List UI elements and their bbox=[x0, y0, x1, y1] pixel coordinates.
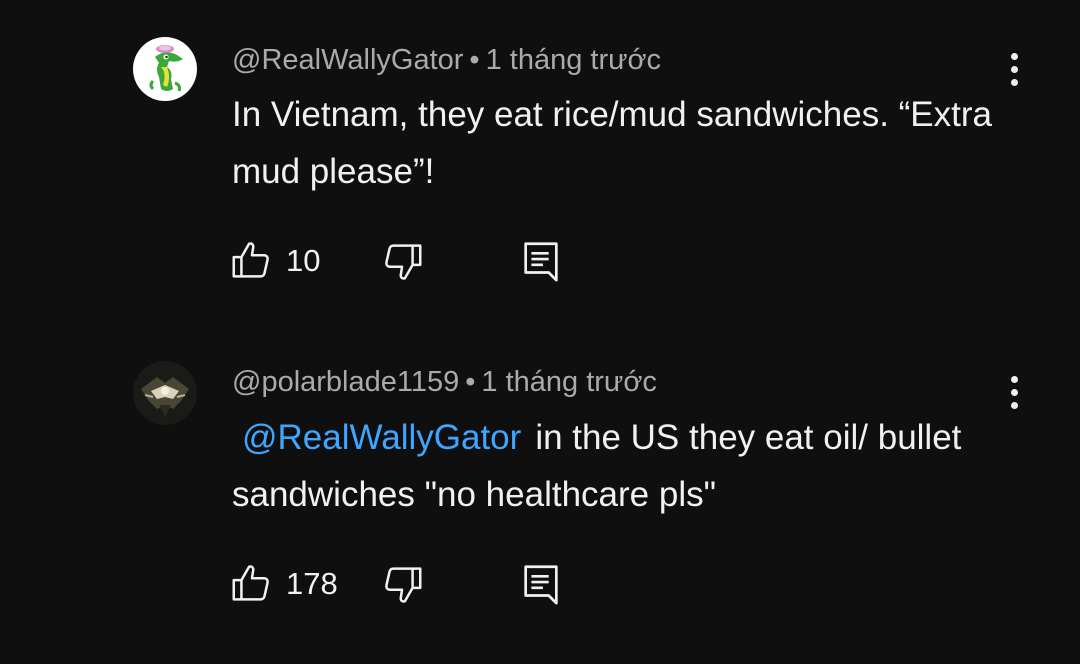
more-options-button[interactable] bbox=[996, 47, 1032, 91]
reply-button[interactable] bbox=[521, 561, 561, 607]
more-vert-icon bbox=[1010, 375, 1018, 383]
timestamp[interactable]: 1 tháng trước bbox=[481, 366, 656, 398]
more-vert-icon bbox=[1010, 52, 1018, 60]
more-vert-icon-dot bbox=[1010, 65, 1018, 73]
author-name[interactable]: @RealWallyGator bbox=[232, 44, 463, 76]
reply-comment-icon bbox=[524, 242, 559, 282]
thumbs-down-icon bbox=[385, 244, 422, 280]
gator-avatar-image bbox=[133, 37, 197, 101]
like-count: 178 bbox=[286, 566, 338, 601]
comment-actions: 10 bbox=[228, 237, 561, 285]
timestamp[interactable]: 1 tháng trước bbox=[486, 44, 661, 76]
like-button[interactable]: 178 bbox=[228, 561, 338, 607]
polarblade-avatar-image bbox=[133, 361, 197, 425]
more-vert-icon-dot bbox=[1010, 78, 1018, 86]
dislike-button[interactable] bbox=[380, 238, 426, 284]
comment-1: @RealWallyGator • 1 tháng trước In Vietnam… bbox=[0, 0, 1080, 320]
meta-separator: • bbox=[465, 366, 476, 398]
thumbs-down-icon bbox=[384, 567, 422, 603]
comment-text: In Vietnam, they eat rice/mud sandwiches… bbox=[232, 95, 992, 191]
comment-meta: @polarblade1159 • 1 tháng trước bbox=[232, 364, 657, 400]
reply-comment-icon bbox=[524, 565, 558, 605]
thumbs-up-icon bbox=[232, 242, 269, 278]
avatar[interactable] bbox=[133, 37, 197, 101]
like-count: 10 bbox=[286, 243, 321, 278]
avatar[interactable] bbox=[133, 361, 197, 425]
comment-meta: @RealWallyGator • 1 tháng trước bbox=[232, 42, 661, 78]
like-button[interactable]: 10 bbox=[228, 238, 320, 284]
meta-separator: • bbox=[469, 44, 480, 76]
reply-button[interactable] bbox=[521, 238, 561, 284]
comment-text: @RealWallyGator in the US they eat oil/ b… bbox=[232, 409, 992, 523]
mention-link[interactable]: @RealWallyGator bbox=[242, 418, 521, 457]
more-vert-icon-dot bbox=[1010, 401, 1018, 409]
more-options-button[interactable] bbox=[996, 370, 1032, 414]
dislike-button[interactable] bbox=[380, 561, 426, 607]
comment-2: @polarblade1159 • 1 tháng trước @RealWally… bbox=[0, 320, 1080, 664]
thumbs-up-icon bbox=[232, 565, 269, 601]
more-vert-icon-dot bbox=[1010, 388, 1018, 396]
comment-actions: 178 bbox=[228, 560, 561, 608]
author-name[interactable]: @polarblade1159 bbox=[232, 366, 459, 398]
